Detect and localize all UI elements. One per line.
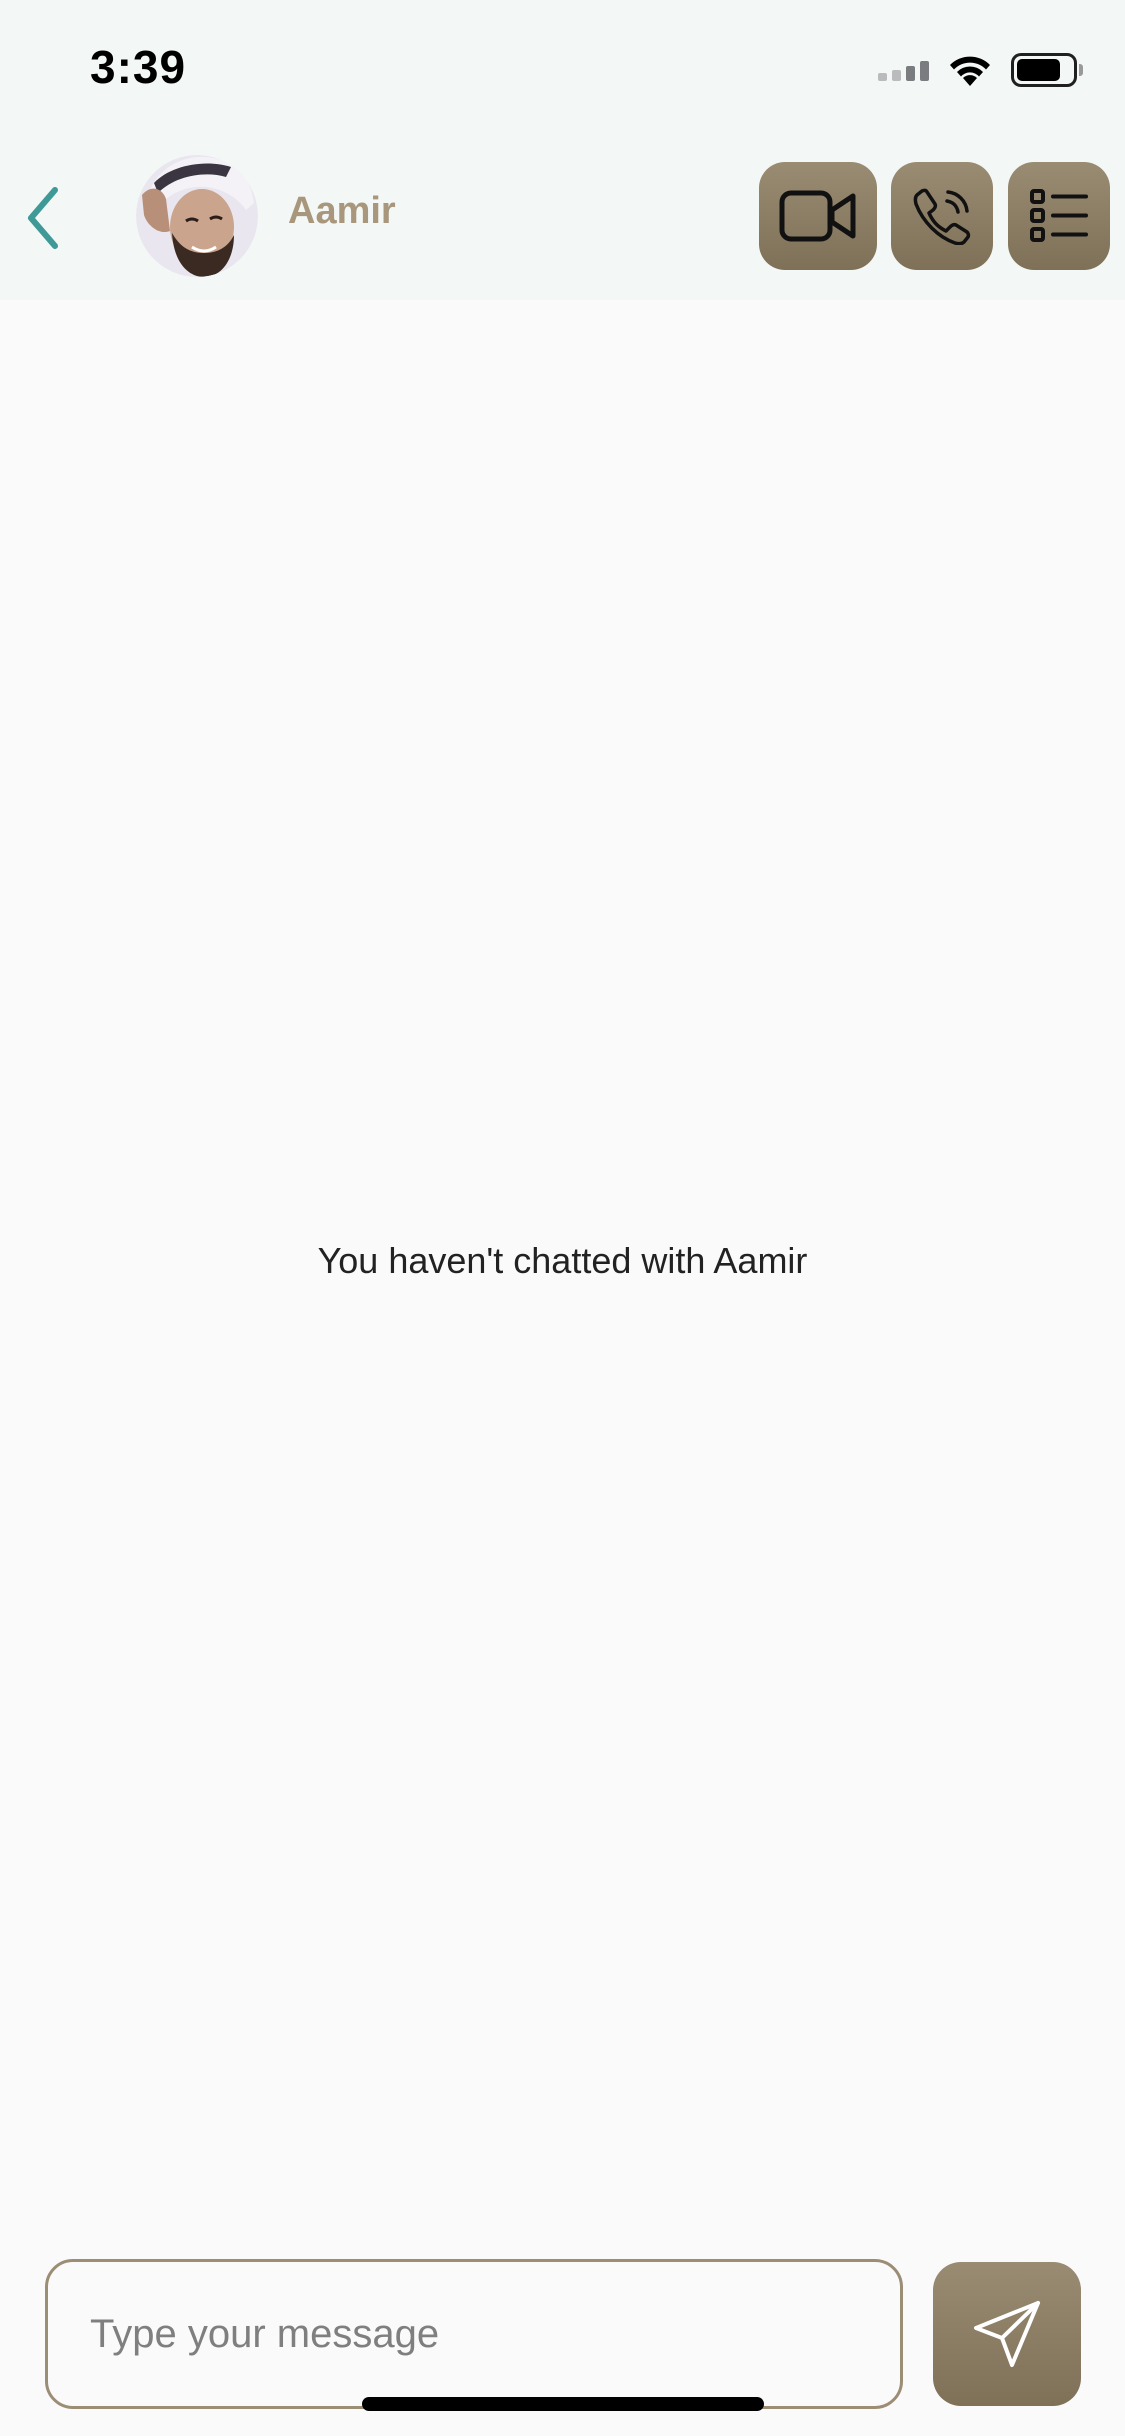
list-icon <box>1030 189 1088 242</box>
chat-header: 3:39 Aamir <box>0 0 1125 300</box>
back-button[interactable] <box>12 178 74 258</box>
battery-icon <box>1011 53 1083 87</box>
chevron-left-icon <box>28 187 58 249</box>
empty-chat-message: You haven't chatted with Aamir <box>317 1240 808 1281</box>
wifi-icon <box>947 53 993 87</box>
chat-body: You haven't chatted with Aamir <box>0 300 1125 2230</box>
cellular-signal-icon <box>878 59 929 81</box>
menu-button[interactable] <box>1008 162 1110 270</box>
video-camera-icon <box>779 190 856 242</box>
video-call-button[interactable] <box>759 162 877 270</box>
avatar[interactable] <box>136 155 258 277</box>
message-input[interactable] <box>45 2259 903 2409</box>
send-icon <box>974 2301 1040 2367</box>
home-indicator <box>362 2397 764 2411</box>
send-button[interactable] <box>933 2262 1081 2406</box>
contact-name[interactable]: Aamir <box>288 190 396 233</box>
phone-icon <box>913 188 971 245</box>
voice-call-button[interactable] <box>891 162 993 270</box>
status-icons <box>878 50 1083 90</box>
status-time: 3:39 <box>90 41 187 93</box>
